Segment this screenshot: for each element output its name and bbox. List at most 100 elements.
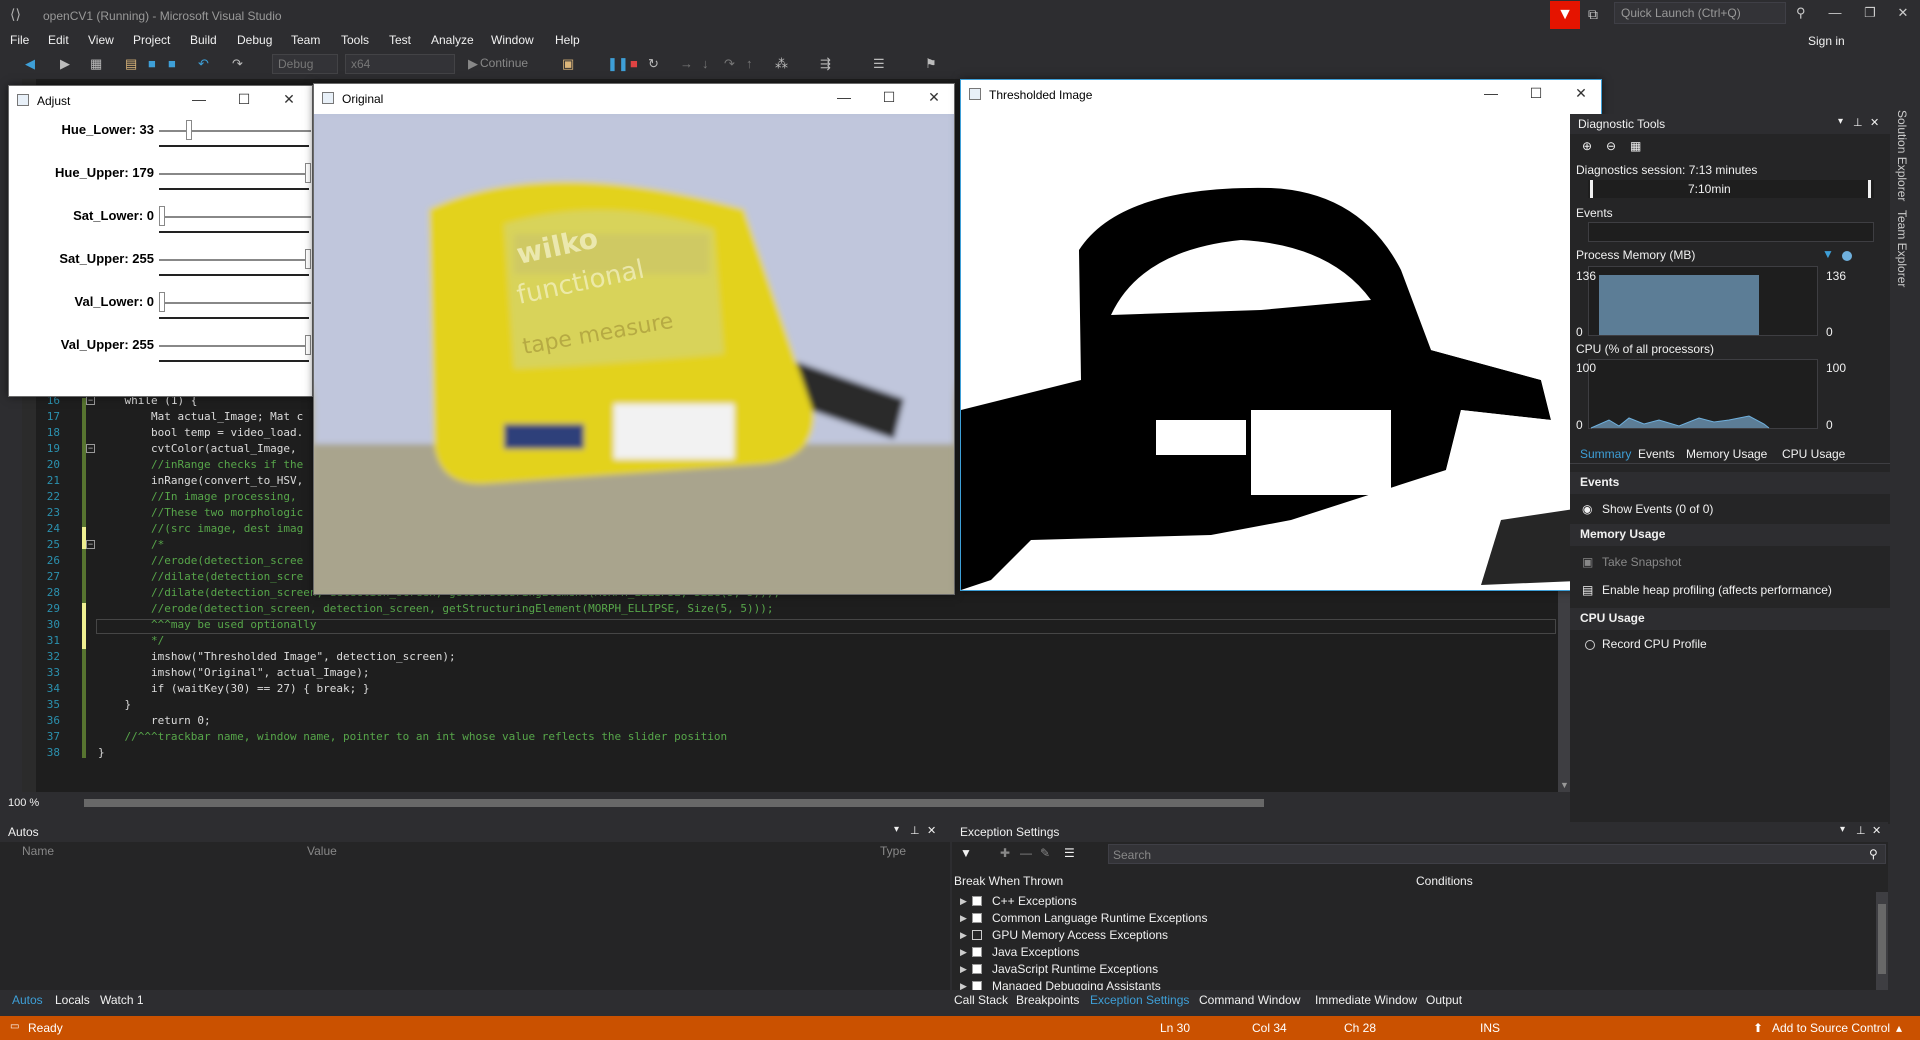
pin-icon[interactable]: ⊥ xyxy=(910,824,920,837)
heap-profiling-link[interactable]: Enable heap profiling (affects performan… xyxy=(1602,583,1832,597)
trackbar-thumb[interactable] xyxy=(305,249,311,269)
close-icon[interactable]: ✕ xyxy=(927,824,936,837)
new-project-icon[interactable]: ▦ xyxy=(90,56,102,72)
code-line[interactable]: if (waitKey(30) == 27) { break; } xyxy=(98,682,370,695)
step-out-icon[interactable]: ↑ xyxy=(746,56,753,71)
code-line[interactable]: imshow("Original", actual_Image); xyxy=(98,666,370,679)
minimize-button[interactable]: — xyxy=(1481,85,1501,101)
dropdown-icon[interactable]: ▾ xyxy=(1840,824,1845,835)
search-icon[interactable]: ⚲ xyxy=(1869,847,1878,861)
trackbar-track[interactable] xyxy=(159,173,311,175)
remove-icon[interactable]: — xyxy=(1020,846,1032,860)
quick-launch-input[interactable]: Quick Launch (Ctrl+Q) xyxy=(1614,2,1786,24)
notifications-icon[interactable]: ⧉ xyxy=(1588,6,1598,23)
timeline-ruler[interactable]: 7:10min xyxy=(1588,180,1874,198)
record-cpu-button[interactable]: Record CPU Profile xyxy=(1602,637,1707,651)
hex-display-icon[interactable]: ⁂ xyxy=(775,56,788,72)
column-conditions[interactable]: Conditions xyxy=(1416,874,1473,888)
fold-toggle-icon[interactable]: − xyxy=(86,396,95,405)
code-line[interactable]: //^^^trackbar name, window name, pointer… xyxy=(98,730,727,743)
search-icon[interactable]: ⚲ xyxy=(1796,5,1806,21)
expand-icon[interactable]: ▶ xyxy=(960,981,967,990)
expand-icon[interactable]: ▶ xyxy=(960,947,967,958)
restore-defaults-icon[interactable]: ☰ xyxy=(1064,846,1075,860)
expand-icon[interactable]: ▶ xyxy=(960,896,967,907)
exception-checkbox[interactable] xyxy=(972,930,982,940)
take-snapshot-button[interactable]: Take Snapshot xyxy=(1602,555,1681,569)
exception-checkbox[interactable] xyxy=(972,947,982,957)
code-line[interactable]: imshow("Thresholded Image", detection_sc… xyxy=(98,650,456,663)
pin-icon[interactable]: ⊥ xyxy=(1853,116,1863,129)
column-name[interactable]: Name xyxy=(22,844,54,858)
trackbar-track[interactable] xyxy=(159,302,311,304)
zoom-in-icon[interactable]: ⊕ xyxy=(1582,139,1592,153)
menu-help[interactable]: Help xyxy=(555,33,580,47)
back-icon[interactable]: ◀ xyxy=(25,56,35,72)
menu-tools[interactable]: Tools xyxy=(341,33,369,47)
code-line[interactable]: cvtColor(actual_Image, xyxy=(98,442,297,455)
exception-checkbox[interactable] xyxy=(972,964,982,974)
close-button[interactable]: ✕ xyxy=(279,91,299,108)
code-line[interactable]: //erode(detection_screen, detection_scre… xyxy=(98,602,774,615)
expand-icon[interactable]: ▶ xyxy=(960,930,967,941)
tab-output[interactable]: Output xyxy=(1426,993,1462,1007)
tab-locals[interactable]: Locals xyxy=(55,993,90,1007)
close-icon[interactable]: ✕ xyxy=(1870,116,1879,129)
menu-test[interactable]: Test xyxy=(389,33,411,47)
restore-button[interactable]: ❐ xyxy=(1855,5,1885,21)
menu-debug[interactable]: Debug xyxy=(237,33,272,47)
step-next-icon[interactable]: → xyxy=(680,56,693,71)
fold-toggle-icon[interactable]: − xyxy=(86,444,95,453)
stop-icon[interactable]: ■ xyxy=(630,56,638,71)
dropdown-icon[interactable]: ▾ xyxy=(1838,116,1843,127)
code-line[interactable]: Mat actual_Image; Mat c xyxy=(98,410,303,423)
maximize-button[interactable]: ☐ xyxy=(1526,85,1546,102)
bookmark-icon[interactable]: ⚑ xyxy=(925,56,937,72)
fold-toggle-icon[interactable]: − xyxy=(86,540,95,549)
add-icon[interactable]: ✚ xyxy=(1000,846,1010,860)
process-icon[interactable]: ▣ xyxy=(562,56,574,72)
save-all-icon[interactable]: ■ xyxy=(168,56,176,71)
close-icon[interactable]: ✕ xyxy=(1872,824,1881,837)
tab-cpu-usage[interactable]: CPU Usage xyxy=(1782,447,1845,461)
scroll-down-icon[interactable]: ▼ xyxy=(1560,780,1569,790)
redo-icon[interactable]: ↷ xyxy=(232,56,243,72)
tab-breakpoints[interactable]: Breakpoints xyxy=(1016,993,1079,1007)
thresholded-titlebar[interactable]: Thresholded Image — ☐ ✕ xyxy=(961,80,1601,110)
exception-checkbox[interactable] xyxy=(972,981,982,990)
trackbar-track[interactable] xyxy=(159,259,311,261)
menu-team[interactable]: Team xyxy=(291,33,320,47)
code-line[interactable]: return 0; xyxy=(98,714,211,727)
trackbar-thumb[interactable] xyxy=(305,335,311,355)
add-to-source-control[interactable]: Add to Source Control xyxy=(1772,1021,1890,1035)
editor-horizontal-scrollbar[interactable] xyxy=(0,794,1570,812)
timeline-start-marker[interactable] xyxy=(1590,180,1593,198)
forward-icon[interactable]: ▶ xyxy=(60,56,70,72)
continue-icon[interactable]: ▶ xyxy=(468,56,478,72)
menu-window[interactable]: Window xyxy=(491,33,534,47)
tab-exception-settings[interactable]: Exception Settings xyxy=(1090,993,1189,1007)
timeline-end-marker[interactable] xyxy=(1868,180,1871,198)
exception-search-input[interactable]: Search ⚲ xyxy=(1108,844,1886,864)
maximize-button[interactable]: ☐ xyxy=(234,91,254,108)
step-into-icon[interactable]: ↓ xyxy=(702,56,709,71)
code-line[interactable]: */ xyxy=(98,634,164,647)
code-line[interactable]: //dilate(detection_scre xyxy=(98,570,303,583)
platform-dropdown[interactable]: x64 xyxy=(345,54,455,74)
trackbar-thumb[interactable] xyxy=(185,120,192,140)
code-line[interactable]: bool temp = video_load. xyxy=(98,426,303,439)
column-break-when-thrown[interactable]: Break When Thrown xyxy=(954,874,1063,888)
code-line[interactable]: //In image processing, xyxy=(98,490,297,503)
column-type[interactable]: Type xyxy=(880,844,906,858)
maximize-button[interactable]: ☐ xyxy=(879,89,899,106)
source-control-arrow-icon[interactable]: ▴ xyxy=(1896,1021,1902,1035)
indent-icon[interactable]: ☰ xyxy=(873,56,885,72)
menu-view[interactable]: View xyxy=(88,33,114,47)
tab-autos[interactable]: Autos xyxy=(12,993,43,1007)
feedback-filter-icon[interactable]: ▼ xyxy=(1550,1,1580,29)
exception-checkbox[interactable] xyxy=(972,913,982,923)
trackbar-thumb[interactable] xyxy=(159,292,165,312)
scroll-thumb[interactable] xyxy=(84,799,1264,807)
trackbar-track[interactable] xyxy=(159,216,311,218)
code-line[interactable]: /* xyxy=(98,538,164,551)
